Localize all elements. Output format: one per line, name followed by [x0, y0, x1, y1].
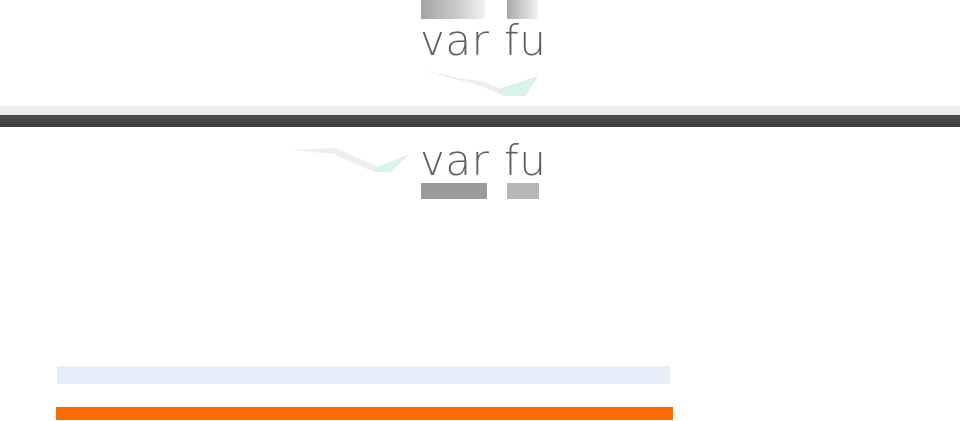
light-blue-bar — [57, 366, 670, 384]
logo-bottom-bar-left — [421, 183, 487, 199]
header-band-light — [0, 106, 960, 115]
orange-bar — [56, 407, 673, 420]
page: var fu var fu — [0, 0, 960, 421]
logo-top-word-var: var — [420, 16, 490, 65]
header-band-dark — [0, 115, 960, 127]
logo-top-word-fu: fu — [504, 16, 547, 65]
logo-bottom: var fu — [290, 138, 550, 202]
swoosh-icon — [422, 70, 538, 96]
logo-bottom-word-var: var — [420, 136, 490, 185]
logo-bottom-bar-right — [507, 183, 539, 199]
logo-bottom-word-fu: fu — [504, 136, 547, 185]
logo-top: var fu — [420, 0, 546, 100]
swoosh-icon — [292, 148, 410, 172]
